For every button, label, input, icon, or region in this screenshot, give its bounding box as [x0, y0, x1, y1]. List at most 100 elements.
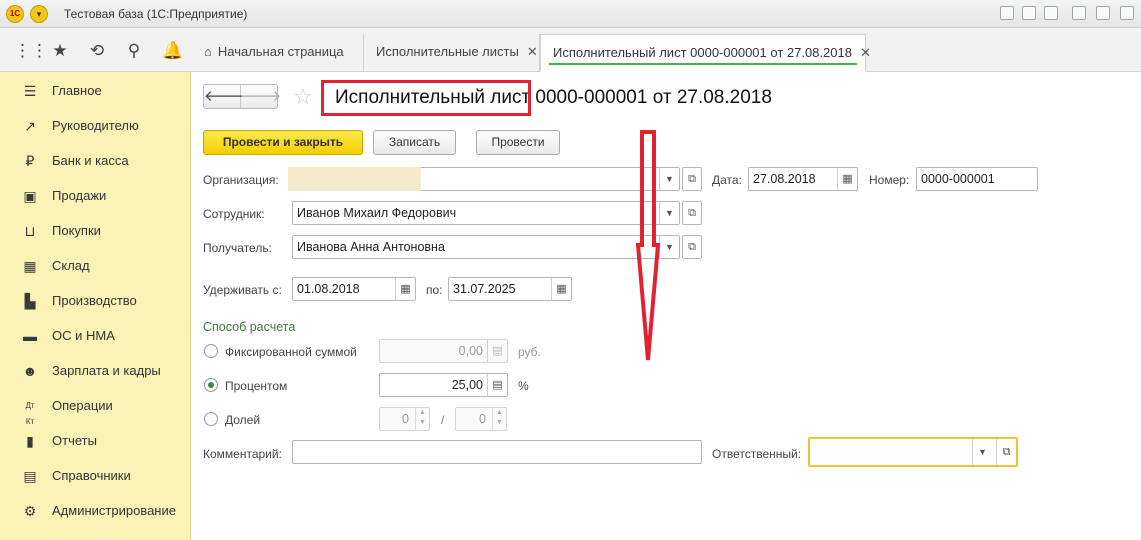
- title-highlight-box: [321, 80, 531, 116]
- debit-credit-icon: Дт Кт: [25, 401, 35, 426]
- hold-to-field[interactable]: 31.07.2025 ▦: [448, 277, 572, 301]
- sidebar-item-salary[interactable]: ☻ Зарплата и кадры: [0, 353, 191, 388]
- number-label: Номер:: [869, 173, 910, 187]
- spin-arrows-icon[interactable]: ▲ ▼: [415, 408, 429, 430]
- responsible-label: Ответственный:: [712, 447, 802, 461]
- active-tab-indicator: [549, 63, 857, 65]
- share-separator: /: [441, 413, 445, 427]
- org-value-redacted: [288, 167, 421, 191]
- fixed-sum-field[interactable]: 0,00 ▤: [379, 339, 508, 363]
- hold-from-field[interactable]: 01.08.2018 ▦: [292, 277, 416, 301]
- sections-sidebar: ☰ Главное ↗ Руководителю ₽ Банк и касса …: [0, 72, 191, 540]
- calendar-icon[interactable]: ▦: [837, 168, 857, 190]
- book-icon: ▤: [23, 468, 37, 484]
- sidebar-item-reports[interactable]: ▮ Отчеты: [0, 423, 191, 458]
- window-menu-icon[interactable]: [1120, 6, 1134, 20]
- close-icon[interactable]: ✕: [860, 45, 871, 60]
- fixed-sum-unit: руб.: [518, 345, 541, 359]
- cart-icon: ⊔: [24, 223, 36, 239]
- favorite-star-icon[interactable]: ☆: [293, 84, 313, 110]
- sidebar-item-warehouse[interactable]: ▦ Склад: [0, 248, 191, 283]
- tab-writ-document[interactable]: Исполнительный лист 0000-000001 от 27.08…: [540, 34, 871, 72]
- percent-label: Процентом: [225, 379, 288, 393]
- tab-writs-list[interactable]: Исполнительные листы ✕: [364, 34, 540, 72]
- bag-icon: ▣: [23, 188, 37, 204]
- radio-percent[interactable]: [204, 378, 218, 392]
- sidebar-item-admin[interactable]: ⚙ Администрирование: [0, 493, 191, 528]
- home-icon: ⌂: [204, 44, 212, 59]
- person-icon: ☻: [22, 363, 38, 379]
- responsible-field[interactable]: ▼ ⧉: [808, 437, 1018, 467]
- open-responsible-icon[interactable]: ⧉: [996, 439, 1016, 465]
- calculator-icon[interactable]: ▤: [487, 374, 507, 396]
- search-icon[interactable]: ⚲: [124, 41, 144, 61]
- trend-icon: ↗: [24, 118, 36, 134]
- recipient-label: Получатель:: [203, 241, 272, 255]
- factory-icon: ▙: [24, 293, 36, 309]
- percent-unit: %: [518, 379, 529, 393]
- attach-icon[interactable]: [1072, 6, 1086, 20]
- warehouse-icon: ▦: [23, 258, 37, 274]
- apps-grid-icon[interactable]: ⋮⋮: [14, 41, 48, 61]
- preview-icon[interactable]: [1044, 6, 1058, 20]
- sidebar-item-main[interactable]: ☰ Главное: [0, 73, 191, 108]
- sidebar-item-manager[interactable]: ↗ Руководителю: [0, 108, 191, 143]
- recipient-field[interactable]: Иванова Анна Антоновна ▼: [292, 235, 680, 259]
- gear-icon: ⚙: [23, 503, 37, 519]
- hold-to-label: по:: [426, 283, 443, 297]
- tab-home[interactable]: ⌂ Начальная страница: [192, 34, 364, 72]
- back-arrow-icon[interactable]: 🡐: [204, 85, 244, 108]
- radio-share[interactable]: [204, 412, 218, 426]
- share-label: Долей: [225, 413, 261, 427]
- sidebar-item-bank[interactable]: ₽ Банк и касса: [0, 143, 191, 178]
- copy-icon[interactable]: [1096, 6, 1110, 20]
- print-icon[interactable]: [1022, 6, 1036, 20]
- bar-chart-icon: ▮: [26, 433, 34, 449]
- comment-field[interactable]: [292, 440, 702, 464]
- open-employee-icon[interactable]: ⧉: [682, 201, 702, 225]
- date-field[interactable]: 27.08.2018 ▦: [748, 167, 858, 191]
- calc-method-section-title: Способ расчета: [203, 320, 296, 334]
- sidebar-item-production[interactable]: ▙ Производство: [0, 283, 191, 318]
- post-button[interactable]: Провести: [476, 130, 560, 155]
- 1c-logo-icon: 1С: [6, 5, 24, 23]
- menu-icon: ☰: [23, 83, 37, 99]
- forward-arrow-icon[interactable]: 🡒: [241, 85, 281, 108]
- hold-from-label: Удерживать с:: [203, 283, 282, 297]
- ruble-icon: ₽: [25, 153, 35, 169]
- window-title: Тестовая база (1С:Предприятие): [64, 7, 248, 21]
- annotation-arrow: [635, 130, 661, 361]
- history-icon[interactable]: ⟲: [87, 41, 107, 61]
- number-field[interactable]: 0000-000001: [916, 167, 1038, 191]
- open-org-icon[interactable]: ⧉: [682, 167, 702, 191]
- favorites-star-icon[interactable]: ★: [50, 41, 70, 61]
- share-numerator-field[interactable]: 0 ▲ ▼: [379, 407, 430, 431]
- main-menu-button[interactable]: ▾: [30, 5, 48, 23]
- save-button[interactable]: Записать: [373, 130, 456, 155]
- open-recipient-icon[interactable]: ⧉: [682, 235, 702, 259]
- spin-arrows-icon[interactable]: ▲ ▼: [492, 408, 506, 430]
- sidebar-item-fixed-assets[interactable]: ▬ ОС и НМА: [0, 318, 191, 353]
- share-denominator-field[interactable]: 0 ▲ ▼: [455, 407, 507, 431]
- post-and-close-button[interactable]: Провести и закрыть: [203, 130, 363, 155]
- percent-field[interactable]: 25,00 ▤: [379, 373, 508, 397]
- window-title-bar: 1С ▾ Тестовая база (1С:Предприятие): [0, 0, 1141, 28]
- calculator-icon[interactable]: ▤: [487, 340, 507, 362]
- employee-label: Сотрудник:: [203, 207, 265, 221]
- calendar-icon[interactable]: ▦: [395, 278, 415, 300]
- sidebar-item-sales[interactable]: ▣ Продажи: [0, 178, 191, 213]
- calendar-icon[interactable]: ▦: [551, 278, 571, 300]
- bell-icon[interactable]: 🔔: [162, 41, 183, 61]
- history-nav-buttons: 🡐 🡒: [203, 84, 281, 109]
- radio-fixed-sum[interactable]: [204, 344, 218, 358]
- close-icon[interactable]: ✕: [527, 44, 538, 59]
- sidebar-item-operations[interactable]: Дт Кт Операции: [0, 388, 191, 426]
- comment-label: Комментарий:: [203, 447, 282, 461]
- chevron-down-icon[interactable]: ▼: [972, 439, 992, 465]
- sidebar-item-catalogs[interactable]: ▤ Справочники: [0, 458, 191, 493]
- sidebar-item-purchases[interactable]: ⊔ Покупки: [0, 213, 191, 248]
- org-label: Организация:: [203, 173, 279, 187]
- save-icon[interactable]: [1000, 6, 1014, 20]
- truck-icon: ▬: [23, 328, 37, 344]
- employee-field[interactable]: Иванов Михаил Федорович ▼: [292, 201, 680, 225]
